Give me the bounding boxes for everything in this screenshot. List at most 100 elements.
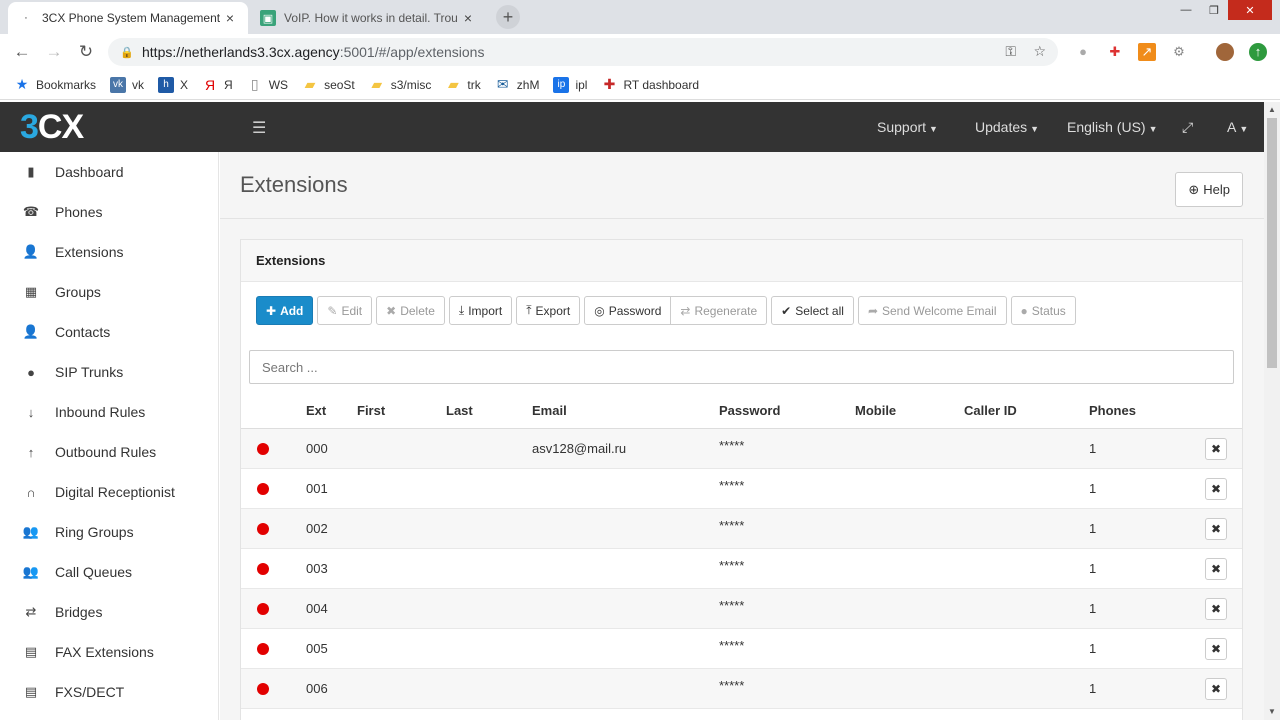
address-bar[interactable]: 🔒 https://netherlands3.3cx.agency:5001/#… [108, 38, 1058, 66]
tab-title: 3CX Phone System Management [42, 11, 221, 25]
col-mobile[interactable]: Mobile [855, 403, 896, 418]
sidebar-item-bridges[interactable]: ⇄ Bridges [0, 592, 218, 632]
search-input[interactable] [249, 350, 1234, 384]
caret-down-icon: ▼ [1148, 124, 1158, 134]
table-row[interactable]: 000 asv128@mail.ru ***** 1 ✖ [241, 429, 1242, 469]
3cx-logo[interactable]: 3CX [20, 108, 84, 147]
minimize-icon[interactable]: — [1172, 0, 1200, 20]
extension-circle-icon[interactable]: ● [1074, 43, 1092, 61]
bookmark-label: vk [132, 77, 145, 92]
scroll-up-icon[interactable]: ▲ [1264, 102, 1280, 118]
bookmark-label: RT dashboard [623, 77, 700, 92]
table-row[interactable]: 005 ***** 1 ✖ [241, 629, 1242, 669]
add-button[interactable]: ✚ Add [256, 296, 314, 325]
browser-tab-voip[interactable]: ▣ VoIP. How it works in detail. Trou × [250, 2, 486, 34]
col-ext[interactable]: Ext [306, 403, 326, 418]
window-close-icon[interactable]: ✕ [1228, 0, 1272, 20]
col-phones[interactable]: Phones [1089, 403, 1136, 418]
bookmark-item[interactable]: hX [158, 76, 188, 93]
send-welcome-email-button[interactable]: ➦ Send Welcome Email [857, 296, 1007, 325]
bookmark-item[interactable]: ✉ zhM [495, 76, 540, 93]
sidebar-item-ring-groups[interactable]: 👥 Ring Groups [0, 512, 218, 552]
password-button[interactable]: ◎ Password [584, 296, 672, 325]
scroll-down-icon[interactable]: ▼ [1264, 704, 1280, 720]
cell-ext: 003 [306, 561, 328, 576]
hamburger-menu-icon[interactable]: ☰ [252, 118, 266, 138]
row-delete-button[interactable]: ✖ [1205, 678, 1227, 700]
scroll-thumb[interactable] [1267, 118, 1277, 368]
table-row[interactable]: 006 ***** 1 ✖ [241, 669, 1242, 709]
sidebar-item-outbound-rules[interactable]: ↑ Outbound Rules [0, 432, 218, 472]
regenerate-button[interactable]: ⇄ Regenerate [671, 296, 768, 325]
browser-tab-3cx[interactable]: · 3CX Phone System Management × [8, 2, 248, 34]
profile-avatar[interactable] [1216, 43, 1234, 61]
col-first[interactable]: First [357, 403, 385, 418]
table-row[interactable]: 001 ***** 1 ✖ [241, 469, 1242, 509]
restore-icon[interactable]: ❐ [1200, 0, 1228, 20]
extension-puzzle-icon[interactable]: ⚙ [1170, 43, 1188, 61]
row-delete-button[interactable]: ✖ [1205, 638, 1227, 660]
row-delete-button[interactable]: ✖ [1205, 598, 1227, 620]
bookmark-item[interactable]: ▰ s3/misc [369, 76, 431, 93]
col-password[interactable]: Password [719, 403, 780, 418]
sidebar-item-extensions[interactable]: 👤 Extensions [0, 232, 218, 272]
sidebar-item-groups[interactable]: ▦ Groups [0, 272, 218, 312]
bookmark-item[interactable]: ▰ trk [445, 76, 481, 93]
bookmark-item[interactable]: ip ipl [553, 76, 587, 93]
extension-chart-icon[interactable]: ↗ [1138, 43, 1156, 61]
reload-icon[interactable]: ↻ [74, 40, 98, 64]
cell-ext: 005 [306, 641, 328, 656]
delete-button[interactable]: ✖ Delete [376, 296, 445, 325]
sidebar-item-dashboard[interactable]: ▮ Dashboard [0, 152, 218, 192]
bookmark-item[interactable]: ▰ seoSt [302, 76, 355, 93]
table-row[interactable]: 002 ***** 1 ✖ [241, 509, 1242, 549]
bookmark-item[interactable]: ЯЯ [202, 77, 233, 93]
export-button[interactable]: ⤒ Export [516, 296, 581, 325]
table-row[interactable]: 003 ***** 1 ✖ [241, 549, 1242, 589]
col-caller-id[interactable]: Caller ID [964, 403, 1017, 418]
close-tab-icon[interactable]: × [222, 10, 238, 26]
col-email[interactable]: Email [532, 403, 567, 418]
grid-icon: ▦ [24, 284, 38, 299]
bookmark-item[interactable]: ▯ WS [247, 76, 289, 93]
import-button[interactable]: ⤓ Import [448, 296, 513, 325]
sidebar-item-label: Outbound Rules [55, 444, 157, 460]
user-menu[interactable]: A ▼ [1227, 119, 1248, 135]
bookmark-label: WS [268, 77, 289, 92]
language-menu[interactable]: English (US) ▼ [1067, 119, 1158, 135]
cell-phones: 1 [1089, 601, 1097, 616]
new-tab-button[interactable]: + [496, 5, 520, 29]
sidebar-item-contacts[interactable]: 👤 Contacts [0, 312, 218, 352]
sidebar-item-fax-extensions[interactable]: ▤ FAX Extensions [0, 632, 218, 672]
back-arrow-icon[interactable]: ← [10, 40, 34, 64]
table-row[interactable]: 004 ***** 1 ✖ [241, 589, 1242, 629]
update-arrow-icon[interactable]: ↑ [1249, 43, 1267, 61]
edit-button[interactable]: ✎ Edit [317, 296, 373, 325]
support-menu[interactable]: Support ▼ [877, 119, 938, 135]
sidebar-item-fxs-dect[interactable]: ▤ FXS/DECT [0, 672, 218, 712]
help-button[interactable]: ⊕ Help [1175, 172, 1243, 207]
bookmark-item[interactable]: vk vk [110, 76, 145, 93]
sidebar-item-inbound-rules[interactable]: ↓ Inbound Rules [0, 392, 218, 432]
row-delete-button[interactable]: ✖ [1205, 558, 1227, 580]
status-button[interactable]: ● Status [1010, 296, 1076, 325]
key-icon[interactable]: ⚿ [1005, 43, 1016, 60]
sidebar-item-call-queues[interactable]: 👥 Call Queues [0, 552, 218, 592]
close-tab-icon[interactable]: × [460, 10, 476, 26]
fullscreen-icon[interactable]: ⤢ [1182, 119, 1193, 136]
select-all-button[interactable]: ✔ Select all [771, 296, 854, 325]
updates-menu[interactable]: Updates ▼ [975, 119, 1039, 135]
bookmark-star-icon[interactable]: ☆ [1033, 43, 1046, 60]
row-delete-button[interactable]: ✖ [1205, 478, 1227, 500]
col-last[interactable]: Last [446, 403, 473, 418]
row-delete-button[interactable]: ✖ [1205, 518, 1227, 540]
sidebar-item-phones[interactable]: ☎ Phones [0, 192, 218, 232]
bookmark-item[interactable]: ✚ RT dashboard [601, 76, 700, 93]
forward-arrow-icon[interactable]: → [42, 40, 66, 64]
extension-cross-icon[interactable]: ✚ [1106, 43, 1124, 61]
sidebar-item-sip-trunks[interactable]: ● SIP Trunks [0, 352, 218, 392]
page-scrollbar[interactable]: ▲ ▼ [1264, 102, 1280, 720]
bookmark-item[interactable]: ★ Bookmarks [14, 76, 96, 93]
sidebar-item-digital-receptionist[interactable]: ∩ Digital Receptionist [0, 472, 218, 512]
row-delete-button[interactable]: ✖ [1205, 438, 1227, 460]
